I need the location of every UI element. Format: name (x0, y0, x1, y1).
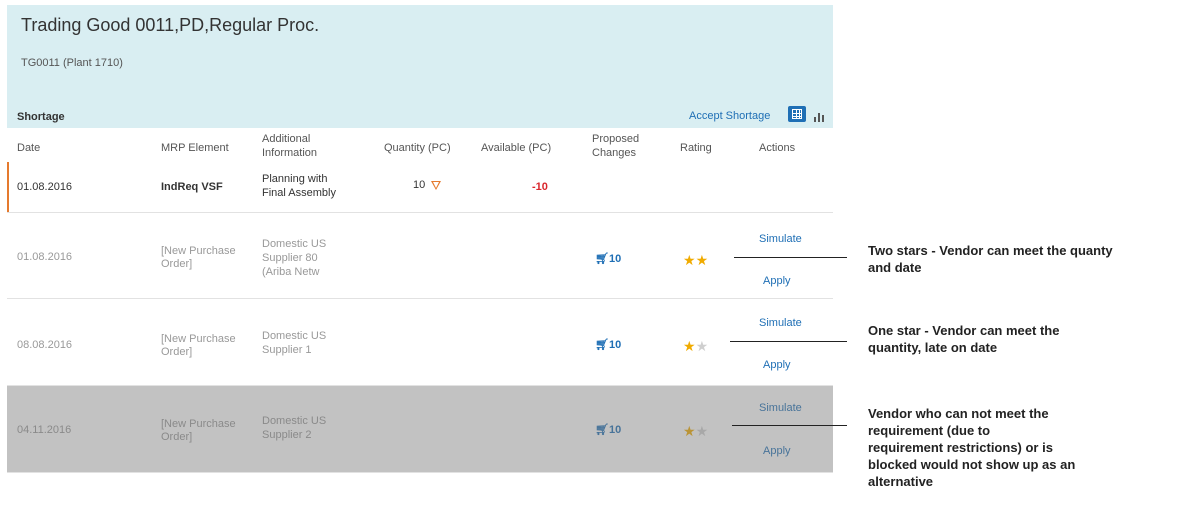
proposed-qty: 10 (608, 339, 622, 351)
col-additional-info-1: Additional (262, 133, 311, 145)
annotation-line (734, 257, 847, 258)
page-title: Trading Good 0011,PD,Regular Proc. (21, 15, 320, 35)
table-toolbar: Shortage Accept Shortage (7, 97, 833, 128)
accept-shortage-link[interactable]: Accept Shortage (689, 110, 770, 122)
annotation-text: One star - Vendor can meet the (868, 323, 1060, 338)
col-date: Date (17, 142, 41, 154)
row-date: 08.08.2016 (17, 339, 73, 351)
cart-icon: 🛒︎ (595, 253, 609, 265)
simulate-button[interactable]: Simulate (759, 317, 802, 330)
row-mrp-2: Order] (161, 346, 193, 358)
row-mrp-1: [New Purchase (161, 245, 236, 257)
object-header: Trading Good 0011,PD,Regular Proc. TG001… (7, 5, 833, 97)
apply-button[interactable]: Apply (763, 275, 791, 288)
row-info-2: Supplier 80 (262, 252, 318, 264)
row-date: 01.08.2016 (17, 251, 73, 263)
warning-triangle-icon (431, 180, 442, 190)
simulate-button[interactable]: Simulate (759, 233, 802, 246)
col-quantity: Quantity (PC) (384, 142, 451, 154)
annotation-text: Vendor who can not meet the (868, 406, 1049, 421)
proposed-qty: 10 (608, 253, 622, 265)
row-info-1: Domestic US (262, 330, 327, 342)
table-row[interactable]: 08.08.2016 [New Purchase Order] Domestic… (7, 299, 833, 386)
annotation-text: requirement (due to (868, 423, 991, 438)
col-rating: Rating (680, 142, 712, 154)
annotation-text: requirement restrictions) or is (868, 440, 1053, 455)
row-info-1: Domestic US (262, 238, 327, 250)
table-row[interactable]: 01.08.2016 [New Purchase Order] Domestic… (7, 213, 833, 299)
col-mrp-element: MRP Element (161, 142, 229, 154)
annotation-one-star: One star - Vendor can meet the quantity,… (868, 322, 1059, 356)
row-info-2: Supplier 1 (262, 344, 312, 356)
table-view-icon[interactable] (788, 106, 806, 122)
annotation-line (730, 341, 847, 342)
table-row[interactable]: 01.08.2016 IndReq VSF Planning with Fina… (7, 162, 833, 213)
annotation-text: and date (868, 260, 922, 275)
proposed-change[interactable]: 🛒︎10 (595, 253, 621, 266)
table-header: Date MRP Element Additional Information … (7, 128, 833, 163)
row-mrp-element: IndReq VSF (161, 181, 223, 193)
annotation-text: blocked would not show up as an (868, 457, 1076, 472)
annotation-line (732, 425, 847, 426)
row-info-2: Final Assembly (262, 187, 336, 199)
annotation-two-stars: Two stars - Vendor can meet the quanty a… (868, 242, 1113, 276)
proposed-change[interactable]: 🛒︎10 (595, 339, 621, 352)
col-proposed-1: Proposed (592, 133, 640, 145)
annotation-blocked-vendor: Vendor who can not meet the requirement … (868, 405, 1075, 490)
col-additional-info-2: Information (262, 147, 318, 159)
row-date: 01.08.2016 (17, 181, 73, 193)
material-plant: TG0011 (Plant 1710) (21, 57, 123, 69)
star-icon: ★ (695, 252, 709, 268)
star-icon: ★ (683, 252, 696, 268)
rating-stars: ★★ (683, 339, 708, 355)
star-icon: ★ (683, 338, 696, 354)
star-empty-icon: ★ (695, 338, 709, 354)
rating-stars: ★★ (683, 253, 708, 269)
col-available: Available (PC) (481, 142, 552, 154)
row-info-1: Planning with (262, 173, 328, 185)
blocked-row-overlay (7, 386, 833, 472)
apply-button[interactable]: Apply (763, 359, 791, 372)
section-title: Shortage (17, 111, 65, 123)
row-highlight-bar (7, 162, 9, 212)
annotation-text: alternative (868, 474, 934, 489)
row-mrp-2: Order] (161, 258, 193, 270)
row-mrp-1: [New Purchase (161, 333, 236, 345)
row-quantity: 10 (413, 179, 442, 192)
chart-view-icon[interactable] (812, 108, 826, 122)
mrp-app: Trading Good 0011,PD,Regular Proc. TG001… (7, 5, 833, 473)
row-available: -10 (532, 181, 548, 193)
annotation-text: Two stars - Vendor can meet the quanty (868, 243, 1113, 258)
row-info-3: (Ariba Netw (262, 266, 320, 278)
annotation-text: quantity, late on date (868, 340, 998, 355)
col-actions: Actions (759, 142, 796, 154)
quantity-value: 10 (413, 179, 426, 191)
col-proposed-2: Changes (592, 147, 637, 159)
cart-icon: 🛒︎ (595, 339, 609, 351)
